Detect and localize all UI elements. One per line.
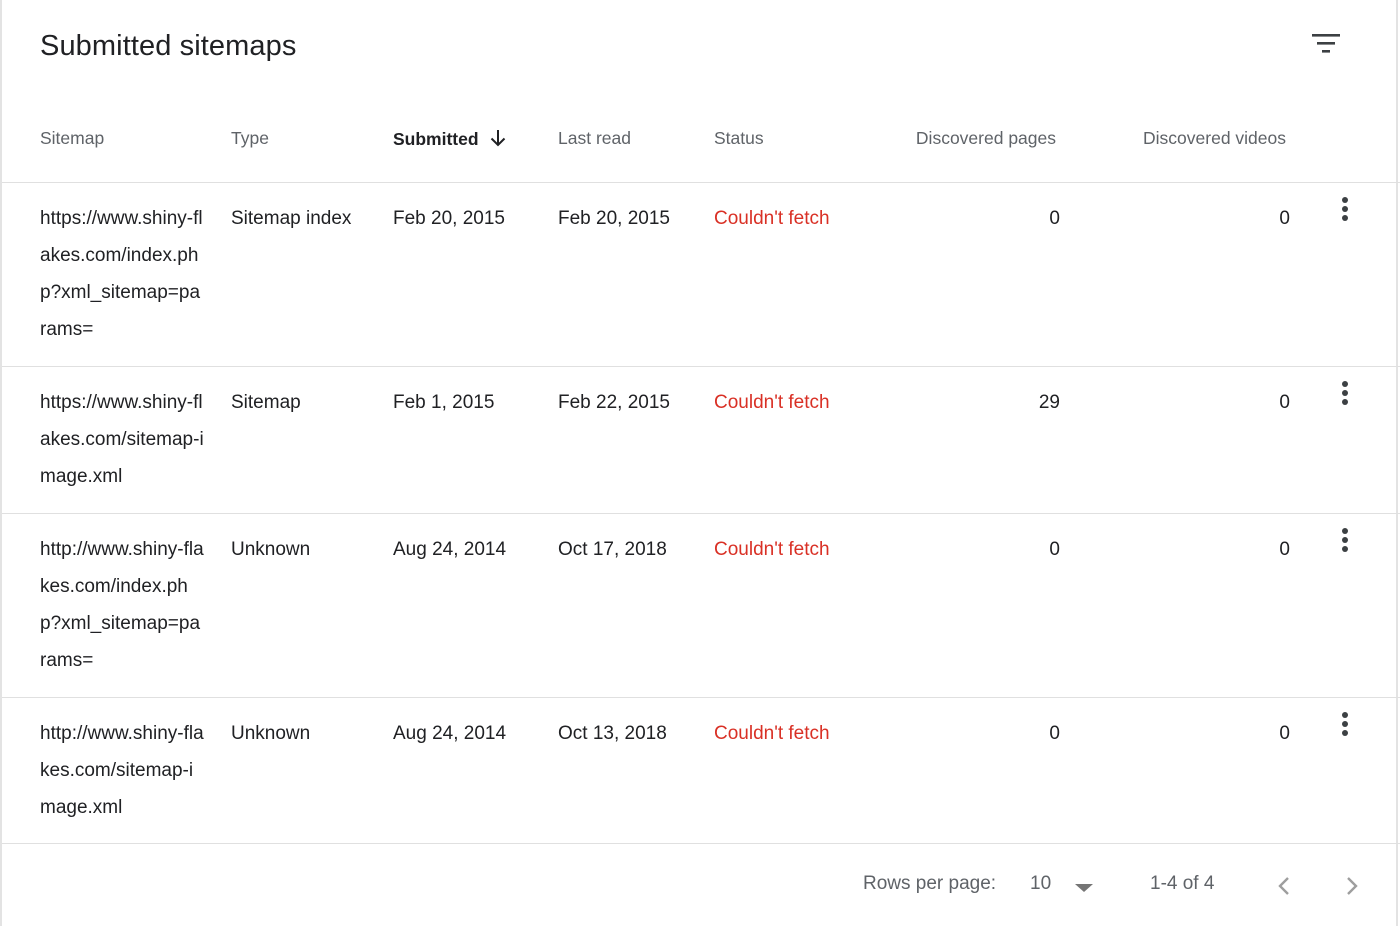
chevron-right-icon: [1347, 877, 1358, 895]
chevron-left-icon: [1278, 877, 1289, 895]
sitemap-url[interactable]: http://www.shiny-flakes.com/index.php?xm…: [40, 531, 205, 679]
row-more-button[interactable]: [1334, 378, 1356, 408]
page-title: Submitted sitemaps: [40, 30, 297, 62]
arrow-down-icon: [489, 128, 507, 153]
column-header-submitted-label: Submitted: [393, 129, 479, 149]
row-more-button[interactable]: [1334, 525, 1356, 555]
sitemaps-card: Submitted sitemaps Sitemap Type Submitte…: [0, 0, 1400, 926]
row-divider: [2, 366, 1400, 367]
status-text: Couldn't fetch: [714, 208, 830, 229]
filter-button[interactable]: [1306, 26, 1346, 62]
column-header-type[interactable]: Type: [231, 128, 269, 149]
status-text: Couldn't fetch: [714, 392, 830, 413]
row-more-button[interactable]: [1334, 709, 1356, 739]
more-vert-icon: [1342, 528, 1348, 552]
last-read-date: Feb 20, 2015: [558, 208, 670, 229]
rows-per-page-label: Rows per page:: [863, 873, 997, 894]
sitemap-url[interactable]: https://www.shiny-flakes.com/sitemap-ima…: [40, 384, 205, 495]
discovered-videos-count: 0: [1279, 208, 1290, 229]
discovered-videos-count: 0: [1279, 723, 1290, 744]
discovered-videos-count: 0: [1279, 392, 1290, 413]
more-vert-icon: [1342, 381, 1348, 405]
rows-per-page-value: 10: [1030, 873, 1052, 894]
status-text: Couldn't fetch: [714, 723, 830, 744]
sitemap-url[interactable]: https://www.shiny-flakes.com/index.php?x…: [40, 200, 205, 348]
column-header-last-read[interactable]: Last read: [558, 128, 631, 149]
column-header-discovered-videos[interactable]: Discovered videos: [1143, 128, 1286, 149]
header-divider: [2, 182, 1400, 183]
submitted-date: Feb 20, 2015: [393, 208, 505, 229]
sitemap-type: Sitemap index: [231, 208, 352, 229]
rows-per-page-select[interactable]: 10: [1018, 866, 1108, 906]
column-header-submitted[interactable]: Submitted: [393, 128, 507, 153]
previous-page-button[interactable]: [1270, 870, 1300, 904]
submitted-date: Aug 24, 2014: [393, 539, 507, 560]
discovered-videos-count: 0: [1279, 539, 1290, 560]
sitemap-type: Sitemap: [231, 392, 301, 413]
column-header-status[interactable]: Status: [714, 128, 764, 149]
footer-divider: [2, 843, 1400, 844]
status-text: Couldn't fetch: [714, 539, 830, 560]
discovered-pages-count: 0: [1049, 539, 1060, 560]
last-read-date: Oct 17, 2018: [558, 539, 667, 560]
submitted-date: Aug 24, 2014: [393, 723, 507, 744]
filter-icon: [1312, 34, 1340, 53]
row-more-button[interactable]: [1334, 194, 1356, 224]
submitted-date: Feb 1, 2015: [393, 392, 495, 413]
last-read-date: Oct 13, 2018: [558, 723, 667, 744]
row-divider: [2, 697, 1400, 698]
more-vert-icon: [1342, 197, 1348, 221]
row-divider: [2, 513, 1400, 514]
more-vert-icon: [1342, 712, 1348, 736]
last-read-date: Feb 22, 2015: [558, 392, 670, 413]
sitemap-type: Unknown: [231, 539, 311, 560]
discovered-pages-count: 29: [1038, 392, 1060, 413]
column-header-sitemap[interactable]: Sitemap: [40, 128, 104, 149]
caret-down-icon: [1075, 884, 1093, 892]
discovered-pages-count: 0: [1049, 208, 1060, 229]
discovered-pages-count: 0: [1049, 723, 1060, 744]
next-page-button[interactable]: [1336, 870, 1366, 904]
column-header-discovered-pages[interactable]: Discovered pages: [916, 128, 1056, 149]
sitemap-url[interactable]: http://www.shiny-flakes.com/sitemap-imag…: [40, 715, 205, 826]
sitemap-type: Unknown: [231, 723, 311, 744]
pagination-range: 1-4 of 4: [1150, 873, 1215, 894]
